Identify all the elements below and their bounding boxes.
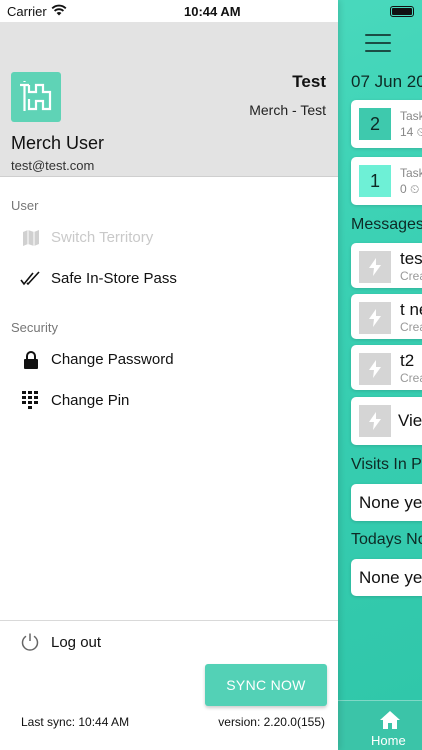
clock-time: 10:44 AM [184, 4, 241, 19]
view-label: View [398, 411, 422, 430]
tab-home-label: Home [371, 733, 406, 748]
messages-heading: Messages [351, 216, 422, 233]
keypad-icon [20, 391, 42, 411]
switch-territory-item[interactable]: Switch Territory [0, 219, 338, 257]
task-title: Task [400, 109, 422, 123]
lightning-icon [359, 353, 391, 385]
lock-icon [20, 350, 42, 370]
double-check-icon [20, 269, 42, 289]
drawer-footer: Log out SYNC NOW Last sync: 10:44 AM ver… [0, 620, 338, 750]
task-title: Task [400, 166, 422, 180]
user-email: test@test.com [11, 158, 95, 173]
carrier-label: Carrier [7, 4, 47, 19]
change-pin-item[interactable]: Change Pin [0, 382, 338, 420]
lightning-icon [359, 405, 391, 437]
message-title: t2 [400, 351, 415, 370]
company-name: Test [292, 72, 326, 91]
message-subtitle: Crea [400, 269, 422, 283]
home-icon [380, 711, 400, 729]
message-title: tes [400, 249, 422, 268]
safe-pass-item[interactable]: Safe In-Store Pass [0, 260, 338, 298]
profile-header: Test Merch - Test Merch User test@test.c… [0, 22, 338, 177]
switch-territory-label: Switch Territory [51, 229, 154, 246]
change-password-item[interactable]: Change Password [0, 341, 338, 379]
battery-icon [390, 6, 414, 17]
message-subtitle: Crea [400, 320, 422, 334]
user-name: Merch User [11, 133, 105, 153]
todays-heading: Todays No [351, 531, 422, 548]
message-card[interactable]: t2 Crea [351, 345, 422, 390]
logout-item[interactable]: Log out [0, 629, 200, 657]
task-count-badge: 1 [359, 165, 391, 197]
change-password-label: Change Password [51, 351, 174, 368]
last-sync-text: Last sync: 10:44 AM [21, 715, 130, 729]
visits-empty-text: None ye [359, 493, 422, 512]
lightning-icon [359, 302, 391, 334]
task-card[interactable]: 1 Task 0 ⏲ [351, 157, 422, 205]
wifi-icon [51, 4, 67, 16]
visits-heading: Visits In P [351, 456, 422, 473]
todays-empty-text: None ye [359, 568, 422, 587]
change-pin-label: Change Pin [51, 392, 130, 409]
power-icon [21, 633, 39, 651]
company-logo [11, 72, 61, 122]
task-subtitle: 0 ⏲ [400, 182, 420, 196]
message-subtitle: Crea [400, 371, 422, 385]
status-bar: Carrier 10:44 AM [0, 0, 338, 22]
task-card[interactable]: 2 Task 14 ⏲ [351, 100, 422, 148]
safe-pass-label: Safe In-Store Pass [51, 270, 177, 287]
user-section-label: User [11, 198, 39, 213]
logout-label: Log out [51, 634, 102, 651]
visits-card: None ye [351, 484, 422, 521]
task-subtitle: 14 ⏲ [400, 125, 422, 139]
message-title: t ne [400, 300, 422, 319]
tab-home[interactable]: Home [338, 700, 422, 750]
todays-card: None ye [351, 559, 422, 596]
task-count-badge: 2 [359, 108, 391, 140]
message-card[interactable]: t ne Crea [351, 294, 422, 339]
security-section-label: Security [11, 320, 58, 335]
side-drawer: Carrier 10:44 AM Test Merch - Test Merch… [0, 0, 338, 750]
user-role: Merch - Test [249, 102, 326, 118]
sync-now-button[interactable]: SYNC NOW [205, 664, 327, 706]
message-card[interactable]: tes Crea [351, 243, 422, 288]
hamburger-menu-icon[interactable] [365, 34, 391, 52]
current-date: 07 Jun 20 [351, 72, 422, 91]
version-text: version: 2.20.0(155) [218, 715, 325, 729]
lightning-icon [359, 251, 391, 283]
map-icon [20, 228, 42, 248]
view-messages-card[interactable]: View [351, 397, 422, 445]
